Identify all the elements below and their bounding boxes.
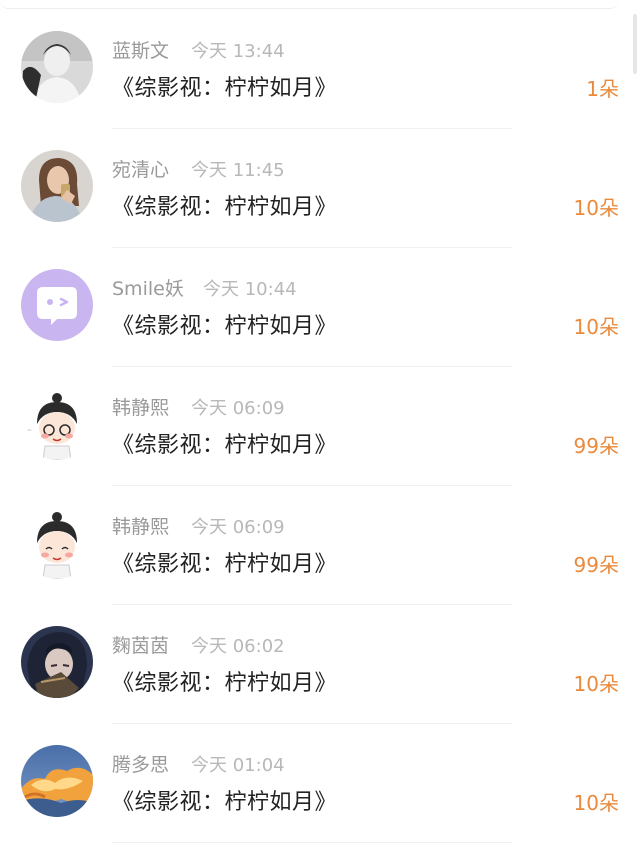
gift-count: 99朵 [573,553,619,577]
list-item[interactable]: 韩静熙 今天 06:09 《综影视：柠柠如月》 99朵 [0,486,640,605]
timestamp: 今天 13:44 [191,41,285,62]
gift-count: 99朵 [573,434,619,458]
username[interactable]: Smile妖 [112,274,184,301]
avatar[interactable] [21,507,93,579]
username[interactable]: 蓝斯文 [112,36,169,63]
list-item[interactable]: 麴茵茵 今天 06:02 《综影视：柠柠如月》 10朵 [0,605,640,724]
avatar[interactable] [21,150,93,222]
gift-count: 10朵 [573,315,619,339]
anime-character-image [21,626,93,698]
top-panel-edge [0,0,618,9]
cartoon-girl-image [21,507,93,579]
list-item[interactable]: ~ 韩静熙 今天 06:09 《综影视：柠柠如月》 99朵 [0,367,640,486]
avatar[interactable] [21,31,93,103]
username[interactable]: 腾多思 [112,750,169,777]
gift-record-page: 蓝斯文 今天 13:44 《综影视：柠柠如月》 1朵 宛清心 今天 11:45 … [0,0,640,846]
list-item[interactable]: Smile妖 今天 10:44 《综影视：柠柠如月》 10朵 [0,248,640,367]
book-title[interactable]: 《综影视：柠柠如月》 [112,189,337,221]
timestamp: 今天 06:09 [191,398,285,419]
sunset-clouds-image [21,745,93,817]
timestamp: 今天 10:44 [203,279,297,300]
book-title[interactable]: 《综影视：柠柠如月》 [112,665,337,697]
avatar-girl-photo-image [21,150,93,222]
book-title[interactable]: 《综影视：柠柠如月》 [112,308,337,340]
svg-text:~: ~ [27,427,32,434]
avatar[interactable] [21,269,93,341]
timestamp: 今天 01:04 [191,755,285,776]
book-title[interactable]: 《综影视：柠柠如月》 [112,427,337,459]
username[interactable]: 麴茵茵 [112,631,169,658]
gift-count: 1朵 [586,77,619,101]
gift-count: 10朵 [573,196,619,220]
timestamp: 今天 06:09 [191,517,285,538]
book-title[interactable]: 《综影视：柠柠如月》 [112,546,337,578]
gift-count: 10朵 [573,672,619,696]
timestamp: 今天 11:45 [191,160,285,181]
avatar-bw-boy-image [21,31,93,103]
gift-record-list: 蓝斯文 今天 13:44 《综影视：柠柠如月》 1朵 宛清心 今天 11:45 … [0,10,640,843]
book-title[interactable]: 《综影视：柠柠如月》 [112,70,337,102]
list-item[interactable]: 蓝斯文 今天 13:44 《综影视：柠柠如月》 1朵 [0,10,640,129]
gift-count: 10朵 [573,791,619,815]
chat-bubble-icon [21,269,93,341]
row-divider [112,842,512,843]
cartoon-girl-image: ~ [21,388,93,460]
list-item[interactable]: 腾多思 今天 01:04 《综影视：柠柠如月》 10朵 [0,724,640,843]
username[interactable]: 韩静熙 [112,393,169,420]
book-title[interactable]: 《综影视：柠柠如月》 [112,784,337,816]
username[interactable]: 韩静熙 [112,512,169,539]
username[interactable]: 宛清心 [112,155,169,182]
avatar[interactable] [21,745,93,817]
avatar[interactable] [21,626,93,698]
list-item[interactable]: 宛清心 今天 11:45 《综影视：柠柠如月》 10朵 [0,129,640,248]
avatar[interactable]: ~ [21,388,93,460]
timestamp: 今天 06:02 [191,636,285,657]
